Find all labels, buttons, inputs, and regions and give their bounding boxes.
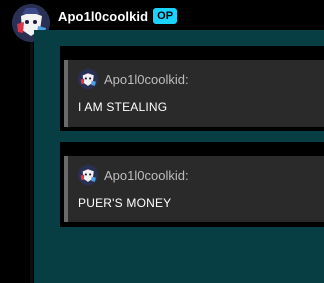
- quote-container: Apo1l0coolkid: I AM STEALING: [60, 46, 324, 131]
- quote-text: PUER'S MONEY: [78, 196, 172, 210]
- quote-container: Apo1l0coolkid: PUER'S MONEY: [60, 142, 324, 227]
- quote-block: Apo1l0coolkid: PUER'S MONEY: [64, 156, 324, 222]
- quote-text: I AM STEALING: [78, 100, 168, 114]
- quote-author[interactable]: Apo1l0coolkid:: [104, 168, 189, 183]
- quote-avatar[interactable]: [78, 165, 98, 185]
- quote-header: Apo1l0coolkid:: [78, 66, 189, 92]
- op-badge: OP: [153, 8, 178, 24]
- username[interactable]: Apo1l0coolkid: [58, 9, 148, 24]
- quote-block: Apo1l0coolkid: I AM STEALING: [64, 60, 324, 127]
- quote-author[interactable]: Apo1l0coolkid:: [104, 72, 189, 87]
- quote-avatar[interactable]: [78, 69, 98, 89]
- quote-header: Apo1l0coolkid:: [78, 162, 189, 188]
- thread-line: [30, 42, 33, 283]
